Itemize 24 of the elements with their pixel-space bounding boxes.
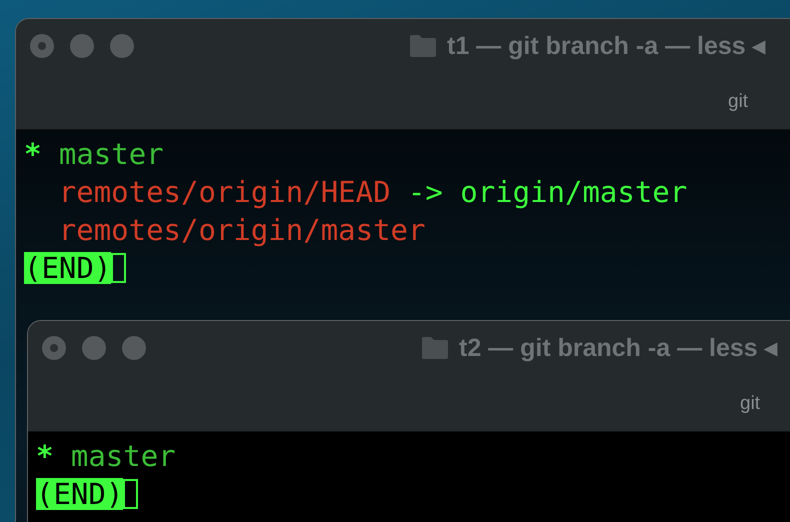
terminal-text: ->	[408, 174, 443, 211]
zoom-button[interactable]	[110, 34, 134, 58]
terminal-text: remotes/origin/master	[58, 212, 426, 249]
cursor	[111, 253, 126, 283]
window-title: t2 — git branch -a — less ◂	[459, 333, 778, 363]
minimize-button[interactable]	[70, 34, 94, 58]
pager-prompt: (END)	[36, 478, 124, 510]
pager-prompt: (END)	[24, 252, 112, 284]
folder-icon	[421, 336, 449, 360]
terminal-text: *	[36, 438, 54, 475]
cursor	[123, 479, 138, 509]
terminal-text: remotes/origin/HEAD	[58, 174, 391, 211]
folder-icon	[409, 34, 437, 58]
window-title: t1 — git branch -a — less ◂	[447, 31, 766, 61]
terminal-text: *	[24, 136, 42, 173]
tab-label[interactable]: git	[728, 91, 748, 112]
tab-label[interactable]: git	[740, 393, 760, 414]
minimize-button[interactable]	[82, 336, 106, 360]
terminal-text: origin/master	[460, 174, 688, 211]
terminal-text: master	[58, 136, 164, 173]
terminal-text: master	[70, 438, 176, 475]
close-button[interactable]	[30, 34, 54, 58]
zoom-button[interactable]	[122, 336, 146, 360]
close-button[interactable]	[42, 336, 66, 360]
